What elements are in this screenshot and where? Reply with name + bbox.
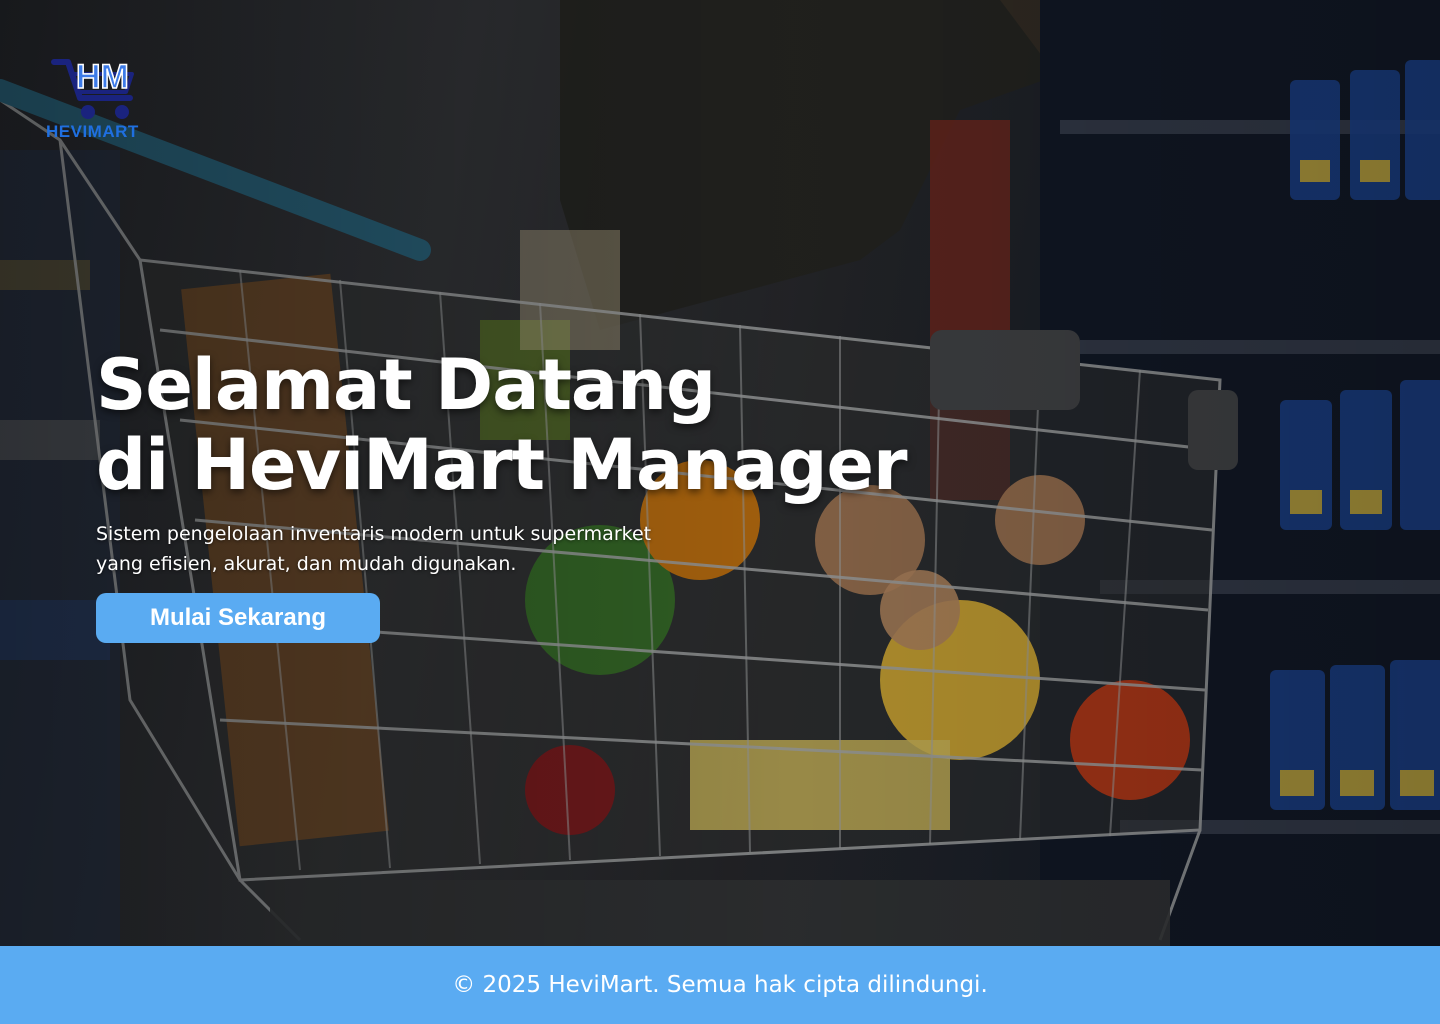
copyright-text: © 2025 HeviMart. Semua hak cipta dilindu… [452,972,988,998]
footer: © 2025 HeviMart. Semua hak cipta dilindu… [0,946,1440,1024]
hero-title-line-2: di HeviMart Manager [96,424,907,506]
hero-content: Selamat Datang di HeviMart Manager Siste… [96,345,996,579]
shopping-cart-icon: HM [51,57,134,119]
get-started-button[interactable]: Mulai Sekarang [96,593,380,643]
brand-name: HEVIMART [46,122,139,141]
hero-subtitle-line-1: Sistem pengelolaan inventaris modern unt… [96,523,652,545]
brand-logo[interactable]: HM HEVIMART [44,56,160,146]
svg-text:HM: HM [76,58,129,96]
hero-subtitle-line-2: yang efisien, akurat, dan mudah digunaka… [96,553,517,575]
hero-title-line-1: Selamat Datang [96,344,716,426]
hero-subtitle: Sistem pengelolaan inventaris modern unt… [96,519,736,579]
landing-page: HM HEVIMART Selamat Datang di HeviMart M… [0,0,1440,1024]
hero-title: Selamat Datang di HeviMart Manager [96,345,996,505]
